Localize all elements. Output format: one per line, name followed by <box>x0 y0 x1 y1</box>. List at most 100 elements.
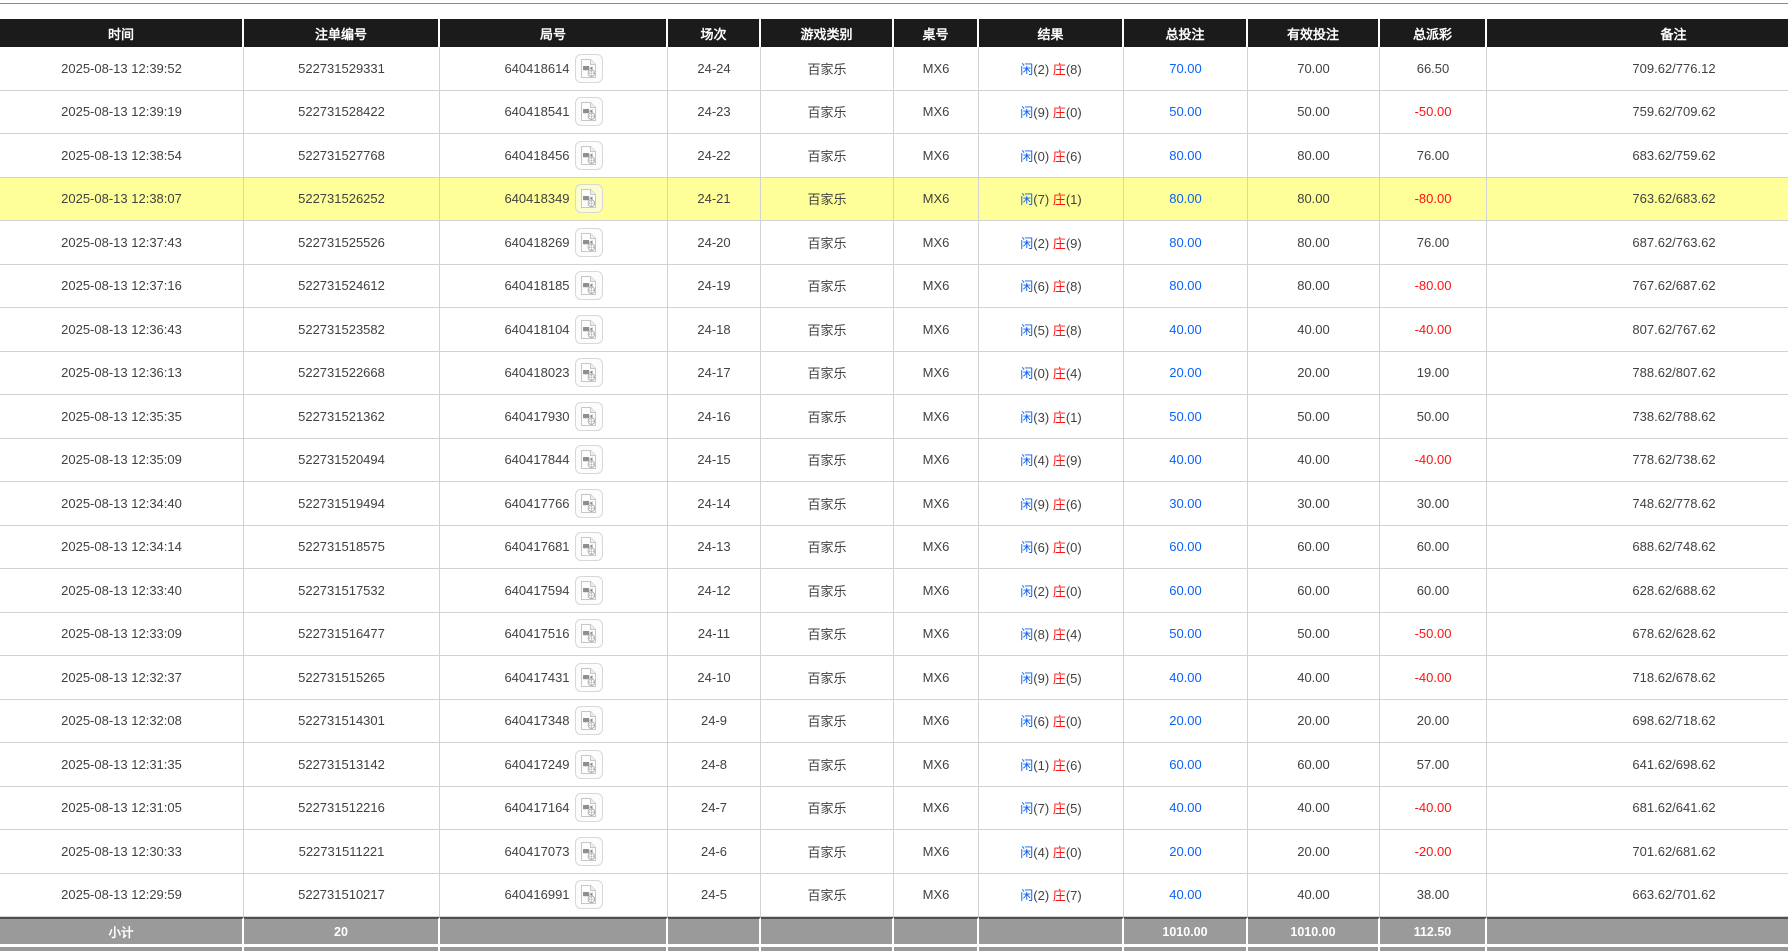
total-bet-link[interactable]: 70.00 <box>1169 61 1202 76</box>
video-replay-button[interactable] <box>575 663 603 692</box>
player-result-label: 闲 <box>1020 845 1033 860</box>
table-row[interactable]: 2025-08-13 12:33:09522731516477 64041751… <box>0 613 1788 657</box>
video-replay-button[interactable] <box>575 228 603 257</box>
cell-payout: -80.00 <box>1380 265 1487 309</box>
total-bet-link[interactable]: 50.00 <box>1169 409 1202 424</box>
total-bet-link[interactable]: 40.00 <box>1169 452 1202 467</box>
cell-valid-bet: 30.00 <box>1248 482 1380 526</box>
video-replay-button[interactable] <box>575 184 603 213</box>
cell-table-no: MX6 <box>894 308 979 352</box>
video-replay-button[interactable] <box>575 619 603 648</box>
total-bet-link[interactable]: 80.00 <box>1169 191 1202 206</box>
table-row[interactable]: 2025-08-13 12:29:59522731510217 64041699… <box>0 874 1788 918</box>
player-result-label: 闲 <box>1020 279 1033 294</box>
banker-result-label: 庄 <box>1053 671 1066 686</box>
table-row[interactable]: 2025-08-13 12:36:43522731523582 64041810… <box>0 308 1788 352</box>
video-replay-button[interactable] <box>575 750 603 779</box>
cell-order-no: 522731510217 <box>244 874 440 918</box>
total-bet-link[interactable]: 40.00 <box>1169 800 1202 815</box>
cell-game-type: 百家乐 <box>761 178 894 222</box>
col-header-total-bet: 总投注 <box>1124 19 1248 47</box>
table-row[interactable]: 2025-08-13 12:38:07522731526252 64041834… <box>0 178 1788 222</box>
video-replay-button[interactable] <box>575 489 603 518</box>
total-bet-link[interactable]: 30.00 <box>1169 496 1202 511</box>
cell-result: 闲(4) 庄(0) <box>979 830 1124 874</box>
table-row[interactable]: 2025-08-13 12:36:13522731522668 64041802… <box>0 352 1788 396</box>
table-row[interactable]: 2025-08-13 12:30:33522731511221 64041707… <box>0 830 1788 874</box>
video-replay-button[interactable] <box>575 880 603 909</box>
total-bet-link[interactable]: 60.00 <box>1169 539 1202 554</box>
cell-round-no: 640417516 <box>440 613 668 657</box>
table-row[interactable]: 2025-08-13 12:35:09522731520494 64041784… <box>0 439 1788 483</box>
cell-order-no: 522731528422 <box>244 91 440 135</box>
cell-result: 闲(0) 庄(6) <box>979 134 1124 178</box>
total-bet-link[interactable]: 80.00 <box>1169 278 1202 293</box>
player-result-label: 闲 <box>1020 236 1033 251</box>
video-replay-button[interactable] <box>575 54 603 83</box>
round-no-text: 640417431 <box>504 670 569 685</box>
total-bet-link[interactable]: 40.00 <box>1169 887 1202 902</box>
video-replay-button[interactable] <box>575 837 603 866</box>
total-bet-link[interactable]: 80.00 <box>1169 235 1202 250</box>
cell-valid-bet: 80.00 <box>1248 134 1380 178</box>
video-replay-button[interactable] <box>575 358 603 387</box>
cell-game-type: 百家乐 <box>761 221 894 265</box>
cell-result: 闲(9) 庄(0) <box>979 91 1124 135</box>
total-bet-link[interactable]: 50.00 <box>1169 626 1202 641</box>
video-replay-button[interactable] <box>575 402 603 431</box>
cell-payout: -40.00 <box>1380 308 1487 352</box>
cell-remark: 767.62/687.62 <box>1487 265 1788 309</box>
cell-table-no: MX6 <box>894 874 979 918</box>
table-row[interactable]: 2025-08-13 12:31:35522731513142 64041724… <box>0 743 1788 787</box>
video-replay-button[interactable] <box>575 445 603 474</box>
cell-total-bet: 70.00 <box>1124 47 1248 91</box>
total-bet-link[interactable]: 50.00 <box>1169 104 1202 119</box>
table-row[interactable]: 2025-08-13 12:37:16522731524612 64041818… <box>0 265 1788 309</box>
table-row[interactable]: 2025-08-13 12:34:14522731518575 64041768… <box>0 526 1788 570</box>
table-row[interactable]: 2025-08-13 12:34:40522731519494 64041776… <box>0 482 1788 526</box>
total-bet-link[interactable]: 60.00 <box>1169 583 1202 598</box>
video-replay-button[interactable] <box>575 706 603 735</box>
table-row[interactable]: 2025-08-13 12:33:40522731517532 64041759… <box>0 569 1788 613</box>
table-row[interactable]: 2025-08-13 12:31:05522731512216 64041716… <box>0 787 1788 831</box>
cell-result: 闲(3) 庄(1) <box>979 395 1124 439</box>
banker-result-label: 庄 <box>1053 584 1066 599</box>
table-row[interactable]: 2025-08-13 12:39:52522731529331 64041861… <box>0 47 1788 91</box>
total-bet-link[interactable]: 40.00 <box>1169 670 1202 685</box>
total-bet-link[interactable]: 40.00 <box>1169 322 1202 337</box>
total-bet-link[interactable]: 60.00 <box>1169 757 1202 772</box>
video-file-icon <box>579 580 598 601</box>
table-row[interactable]: 2025-08-13 12:38:54522731527768 64041845… <box>0 134 1788 178</box>
cell-result: 闲(8) 庄(4) <box>979 613 1124 657</box>
total-bet-link[interactable]: 20.00 <box>1169 365 1202 380</box>
cell-time: 2025-08-13 12:37:43 <box>0 221 244 265</box>
cell-valid-bet: 80.00 <box>1248 178 1380 222</box>
cell-order-no: 522731527768 <box>244 134 440 178</box>
table-row[interactable]: 2025-08-13 12:32:08522731514301 64041734… <box>0 700 1788 744</box>
video-replay-button[interactable] <box>575 532 603 561</box>
cell-session: 24-21 <box>668 178 761 222</box>
video-replay-button[interactable] <box>575 793 603 822</box>
table-row[interactable]: 2025-08-13 12:39:19522731528422 64041854… <box>0 91 1788 135</box>
video-replay-button[interactable] <box>575 97 603 126</box>
round-no-text: 640417844 <box>504 452 569 467</box>
table-row[interactable]: 2025-08-13 12:37:43522731525526 64041826… <box>0 221 1788 265</box>
cell-game-type: 百家乐 <box>761 352 894 396</box>
table-row[interactable]: 2025-08-13 12:32:37522731515265 64041743… <box>0 656 1788 700</box>
cell-game-type: 百家乐 <box>761 613 894 657</box>
player-result-label: 闲 <box>1020 497 1033 512</box>
cell-total-bet: 60.00 <box>1124 526 1248 570</box>
total-bet-link[interactable]: 20.00 <box>1169 844 1202 859</box>
player-result-label: 闲 <box>1020 584 1033 599</box>
video-replay-button[interactable] <box>575 315 603 344</box>
cell-total-bet: 80.00 <box>1124 178 1248 222</box>
cell-game-type: 百家乐 <box>761 395 894 439</box>
table-row[interactable]: 2025-08-13 12:35:35522731521362 64041793… <box>0 395 1788 439</box>
total-bet-link[interactable]: 80.00 <box>1169 148 1202 163</box>
video-replay-button[interactable] <box>575 271 603 300</box>
video-replay-button[interactable] <box>575 141 603 170</box>
video-replay-button[interactable] <box>575 576 603 605</box>
total-bet-link[interactable]: 20.00 <box>1169 713 1202 728</box>
banker-result-label: 庄 <box>1053 149 1066 164</box>
cell-order-no: 522731529331 <box>244 47 440 91</box>
